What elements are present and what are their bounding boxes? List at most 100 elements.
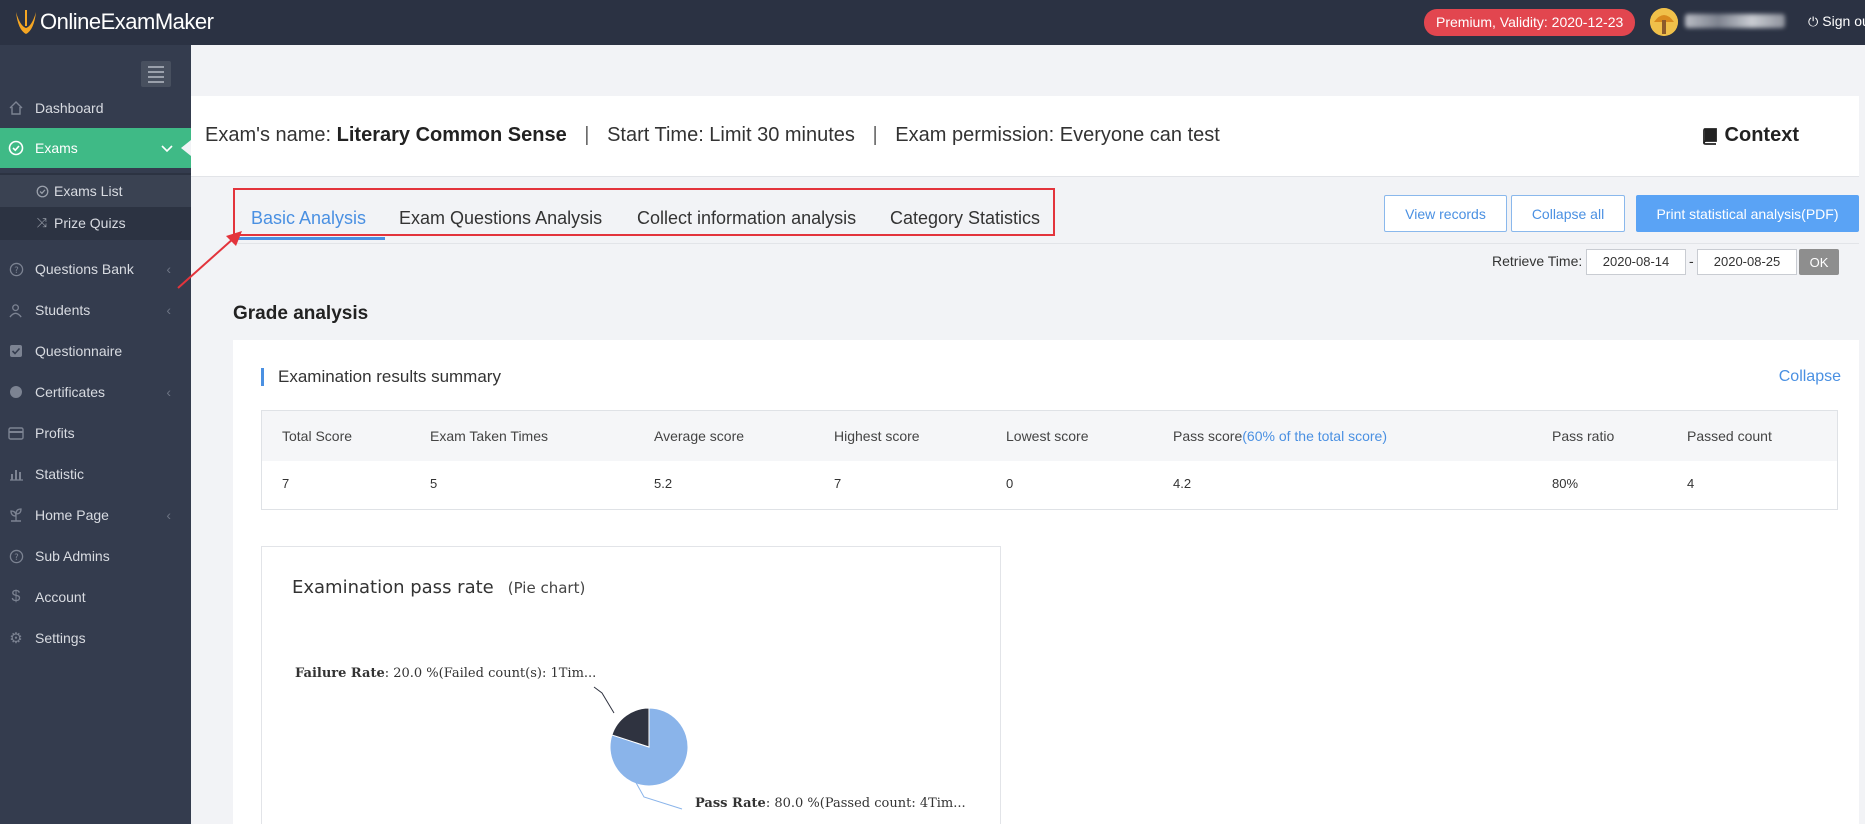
pass-score-note: (60% of the total score) xyxy=(1242,428,1387,444)
sidebar-item-label: Account xyxy=(35,589,86,605)
username-redacted xyxy=(1685,14,1785,28)
users-icon xyxy=(8,302,24,318)
badge-icon xyxy=(8,384,24,400)
exam-info-band: Exam's name: Literary Common Sense | Sta… xyxy=(191,96,1859,177)
chevron-down-icon xyxy=(161,140,173,156)
sidebar-item-questionnaire[interactable]: Questionnaire xyxy=(0,331,191,371)
date-from-input[interactable]: 2020-08-14 xyxy=(1586,249,1686,275)
card-icon xyxy=(8,425,24,441)
tab-category-statistics[interactable]: Category Statistics xyxy=(890,208,1040,229)
table-header-row: Total Score Exam Taken Times Average sco… xyxy=(262,411,1837,461)
sidebar-item-home-page[interactable]: Home Page ‹ xyxy=(0,495,191,535)
pie-label-pass-rate: Pass Rate: 80.0 %(Passed count: 4Tim... xyxy=(695,796,966,811)
sidebar-item-questions-bank[interactable]: ? Questions Bank ‹ xyxy=(0,249,191,289)
pass-rate-pie-chart: Pass Rate: 80.0 %(Passed count: 4Tim... F… xyxy=(295,666,966,811)
bar-chart-icon xyxy=(8,466,24,482)
grade-analysis-title: Grade analysis xyxy=(233,303,369,324)
context-button[interactable]: Context xyxy=(1701,124,1799,147)
sidebar-item-account[interactable]: $ Account xyxy=(0,577,191,617)
pass-rate-chart-card: Examination pass rate (Pie chart) Pass Ra… xyxy=(261,546,1001,824)
sidebar-item-students[interactable]: Students ‹ xyxy=(0,290,191,330)
question-circle-icon: ? xyxy=(8,548,24,564)
tab-basic-analysis[interactable]: Basic Analysis xyxy=(251,208,366,229)
logo[interactable]: OnlineExamMaker xyxy=(12,8,214,36)
value-passed-count: 4 xyxy=(1687,476,1695,491)
exam-name: Literary Common Sense xyxy=(336,124,567,146)
avatar-image-icon xyxy=(1650,8,1678,36)
plant-icon xyxy=(8,507,24,523)
sidebar: Dashboard Exams Exams List ⤨ Prize Quizs… xyxy=(0,45,191,824)
sidebar-item-dashboard[interactable]: Dashboard xyxy=(0,88,191,128)
header-average-score: Average score xyxy=(654,428,745,444)
collapse-link[interactable]: Collapse xyxy=(1779,368,1841,386)
book-icon xyxy=(1702,127,1717,145)
value-pass-score: 4.2 xyxy=(1173,476,1192,491)
value-highest-score: 7 xyxy=(834,476,842,491)
context-label: Context xyxy=(1724,124,1799,146)
tabs-divider xyxy=(233,243,1859,244)
sidebar-item-label: Settings xyxy=(35,630,86,646)
separator: | xyxy=(872,124,878,146)
sidebar-subitem-prize-quizs[interactable]: ⤨ Prize Quizs xyxy=(0,207,191,239)
sidebar-item-statistic[interactable]: Statistic xyxy=(0,454,191,494)
sidebar-item-label: Questionnaire xyxy=(35,343,123,359)
sidebar-item-certificates[interactable]: Certificates ‹ xyxy=(0,372,191,412)
value-average-score: 5.2 xyxy=(654,476,673,491)
exam-name-label: Exam's name: xyxy=(205,124,332,146)
sidebar-item-exams[interactable]: Exams xyxy=(0,128,191,168)
sidebar-toggle-button[interactable] xyxy=(141,61,171,87)
top-bar: OnlineExamMaker Premium, Validity: 2020-… xyxy=(0,0,1865,45)
header-passed-count: Passed count xyxy=(1687,428,1772,444)
sign-out-label: Sign out xyxy=(1822,13,1865,29)
pie-label-failure-rate: Failure Rate: 20.0 %(Failed count(s): 1T… xyxy=(295,666,596,681)
ok-button[interactable]: OK xyxy=(1799,249,1839,275)
sidebar-item-label: Exams xyxy=(35,140,78,156)
table-row: 7 5 5.2 7 0 4.2 80% 4 xyxy=(262,461,1837,509)
logo-mark-icon xyxy=(16,10,36,34)
sidebar-item-profits[interactable]: Profits xyxy=(0,413,191,453)
chevron-left-icon: ‹ xyxy=(166,384,171,400)
dollar-icon: $ xyxy=(11,588,21,605)
view-records-button[interactable]: View records xyxy=(1384,195,1507,232)
summary-title: Examination results summary xyxy=(278,367,501,386)
exam-start-time: Start Time: Limit 30 minutes xyxy=(607,124,855,146)
avatar[interactable] xyxy=(1650,8,1678,36)
chevron-left-icon: ‹ xyxy=(166,302,171,318)
sign-out-link[interactable]: ⏻Sign out xyxy=(1808,13,1865,30)
premium-badge[interactable]: Premium, Validity: 2020-12-23 xyxy=(1424,9,1636,36)
sidebar-item-label: Dashboard xyxy=(35,100,104,116)
header-lowest-score: Lowest score xyxy=(1006,428,1089,444)
tab-collect-information-analysis[interactable]: Collect information analysis xyxy=(637,208,856,229)
sidebar-subitem-label: Prize Quizs xyxy=(54,215,126,231)
print-pdf-button[interactable]: Print statistical analysis(PDF) xyxy=(1636,195,1859,232)
svg-text:?: ? xyxy=(14,264,18,274)
header-total-score: Total Score xyxy=(282,428,353,444)
exam-info: Exam's name: Literary Common Sense | Sta… xyxy=(205,124,1220,147)
check-circle-icon xyxy=(35,185,49,198)
grade-analysis-panel: Examination results summary Collapse Tot… xyxy=(233,340,1859,824)
value-total-score: 7 xyxy=(282,476,290,491)
checkbox-icon xyxy=(8,343,24,359)
retrieve-time-label: Retrieve Time: xyxy=(1492,253,1583,269)
sidebar-item-settings[interactable]: ⚙ Settings xyxy=(0,618,191,658)
collapse-all-button[interactable]: Collapse all xyxy=(1511,195,1625,232)
sidebar-item-label: Home Page xyxy=(35,507,109,523)
sidebar-item-label: Questions Bank xyxy=(35,261,134,277)
sidebar-item-label: Students xyxy=(35,302,91,318)
shuffle-icon: ⤨ xyxy=(36,215,48,230)
logo-text: OnlineExamMaker xyxy=(40,9,214,34)
analysis-tabs: Basic Analysis Exam Questions Analysis C… xyxy=(233,188,1055,240)
svg-text:?: ? xyxy=(14,551,18,561)
tab-exam-questions-analysis[interactable]: Exam Questions Analysis xyxy=(399,208,602,229)
sidebar-subitem-exams-list[interactable]: Exams List xyxy=(0,175,191,207)
separator: | xyxy=(584,124,590,146)
header-exam-taken-times: Exam Taken Times xyxy=(430,428,549,444)
sidebar-submenu-exams: Exams List ⤨ Prize Quizs xyxy=(0,173,191,240)
sidebar-item-sub-admins[interactable]: ? Sub Admins xyxy=(0,536,191,576)
sidebar-item-label: Statistic xyxy=(35,466,85,482)
summary-header: Examination results summary xyxy=(261,367,501,386)
summary-accent-bar xyxy=(261,368,264,386)
pie-label-leader-line xyxy=(593,686,615,714)
date-to-input[interactable]: 2020-08-25 xyxy=(1697,249,1797,275)
sidebar-item-label: Certificates xyxy=(35,384,106,400)
